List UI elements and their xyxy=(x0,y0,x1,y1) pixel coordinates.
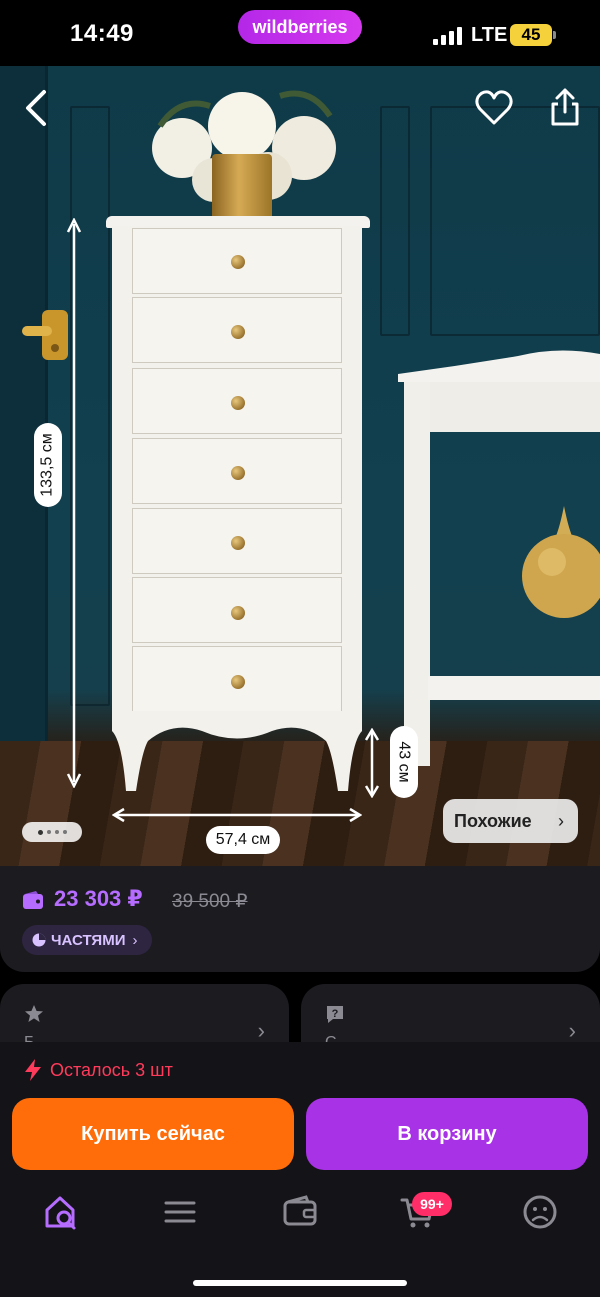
question-icon: ? xyxy=(327,1006,343,1023)
brand-logo[interactable]: wildberries xyxy=(238,10,362,44)
pager-dot xyxy=(37,829,43,835)
lightning-icon xyxy=(25,1059,41,1081)
gold-vase xyxy=(212,154,272,220)
old-price: 39 500 ₽ xyxy=(172,891,248,912)
pager-dot xyxy=(54,830,59,834)
wallet-icon[interactable] xyxy=(280,1192,320,1232)
price-card: 23 303 ₽ 39 500 ₽ ЧАСТЯМИ › xyxy=(0,866,600,972)
drawer-knob xyxy=(231,675,245,689)
back-arrow-icon[interactable] xyxy=(20,88,54,128)
door-handle xyxy=(22,310,68,360)
image-pager[interactable] xyxy=(22,822,82,842)
similar-label: Похожие xyxy=(454,810,532,831)
chevron-right-icon: › xyxy=(568,1018,576,1043)
drawer-knob xyxy=(231,325,245,339)
heart-icon[interactable] xyxy=(474,88,514,128)
buy-now-button[interactable]: Купить сейчас xyxy=(12,1098,294,1170)
gold-sphere-decor xyxy=(522,506,600,618)
installments-button[interactable]: ЧАСТЯМИ › xyxy=(22,925,152,955)
catalog-menu-icon[interactable] xyxy=(160,1192,200,1232)
stock-label: Осталось 3 шт xyxy=(50,1059,173,1080)
width-label: 57,4 см xyxy=(206,826,280,854)
width-dimension-arrow xyxy=(112,807,362,823)
share-icon[interactable] xyxy=(546,86,584,128)
drawer-knob xyxy=(231,466,245,480)
signal-icon xyxy=(433,27,463,45)
add-to-cart-button[interactable]: В корзину xyxy=(306,1098,588,1170)
depth-label: 43 см xyxy=(390,726,418,798)
stock-indicator: Осталось 3 шт xyxy=(24,1059,173,1081)
chevron-right-icon: › xyxy=(257,1018,265,1043)
wall-panel xyxy=(380,106,410,336)
status-time: 14:49 xyxy=(70,20,134,47)
pie-chart-icon xyxy=(32,933,46,947)
pager-dot xyxy=(62,830,67,834)
chevron-right-icon: › xyxy=(558,811,564,831)
cart-badge: 99+ xyxy=(412,1192,452,1216)
current-price: 23 303 ₽ xyxy=(54,886,143,911)
network-label: LTE xyxy=(471,24,508,46)
depth-dimension-arrow xyxy=(364,728,380,798)
chevron-right-icon: › xyxy=(132,931,138,949)
battery-icon: 45 xyxy=(510,24,552,46)
drawer-knob xyxy=(231,396,245,410)
installments-label: ЧАСТЯМИ xyxy=(51,931,126,949)
pager-dot xyxy=(46,830,51,834)
svg-text:?: ? xyxy=(332,1008,339,1020)
wall-panel xyxy=(430,106,600,336)
profile-icon[interactable] xyxy=(520,1192,560,1232)
dresser-legs xyxy=(112,711,362,791)
height-label: 133,5 см xyxy=(34,423,62,507)
star-icon xyxy=(25,1005,43,1022)
height-dimension-arrow xyxy=(66,218,82,788)
product-image[interactable]: 133,5 см 57,4 см 43 см Похожие › xyxy=(0,66,600,866)
home-search-icon[interactable] xyxy=(42,1192,82,1232)
status-bar: 14:49 wildberries LTE 45 xyxy=(0,0,600,66)
drawer-knob xyxy=(231,255,245,269)
drawer-knob xyxy=(231,606,245,620)
tab-bar xyxy=(0,1192,600,1242)
similar-button[interactable]: Похожие › xyxy=(443,799,578,843)
battery-nub xyxy=(553,31,556,39)
drawer-knob xyxy=(231,536,245,550)
home-indicator[interactable] xyxy=(193,1280,407,1286)
bottom-panel: Осталось 3 шт Купить сейчас В корзину 99… xyxy=(0,1042,600,1297)
wallet-icon xyxy=(23,891,43,909)
